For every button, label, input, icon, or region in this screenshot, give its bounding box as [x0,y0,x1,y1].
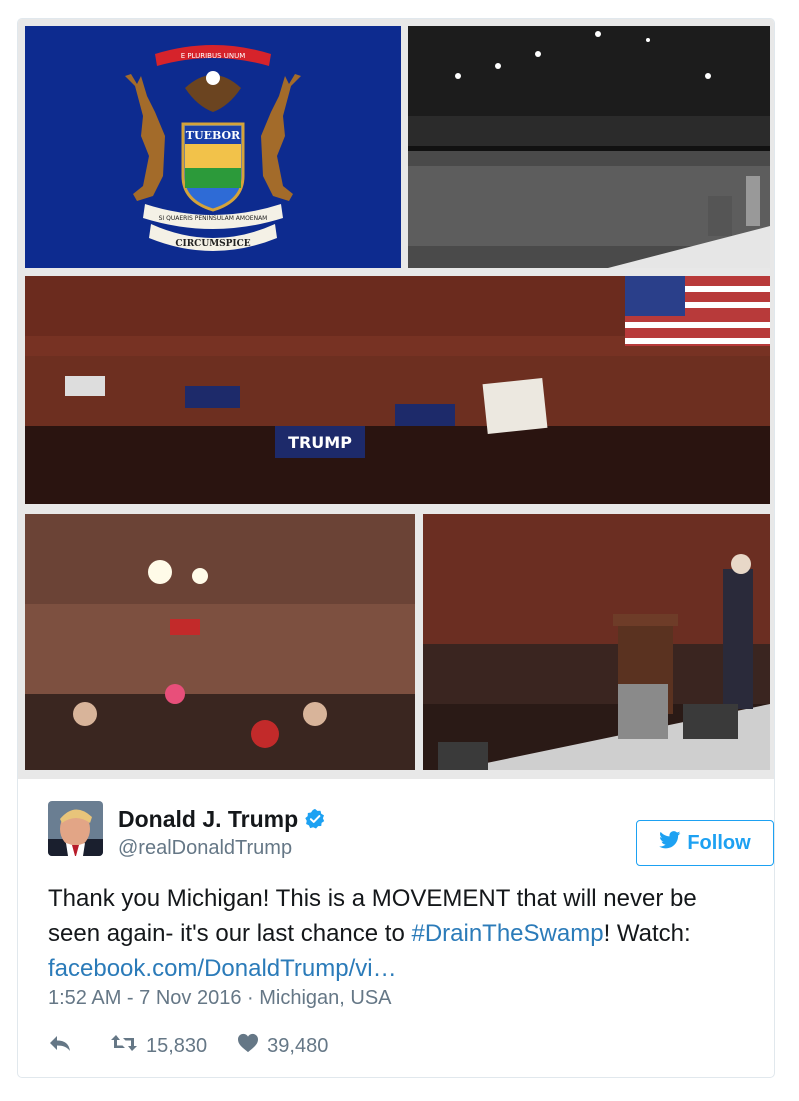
tweet-timestamp[interactable]: 1:52 AM - 7 Nov 2016 · Michigan, USA [48,987,392,1010]
like-count: 39,480 [267,1034,329,1057]
tweet-card: TUEBOR E PLURIBUS UNUM SI QUAERIS PENINS… [17,18,775,1078]
tweet-header: Donald J. Trump @realDonaldTrump Follow [48,801,774,866]
photo-collage: TUEBOR E PLURIBUS UNUM SI QUAERIS PENINS… [18,19,774,779]
flag-scroll-bottom: CIRCUMSPICE [175,239,250,249]
retweet-count: 15,830 [146,1034,208,1057]
avatar[interactable] [48,801,103,856]
michigan-flag-photo[interactable]: TUEBOR E PLURIBUS UNUM SI QUAERIS PENINS… [25,26,401,268]
verified-badge-icon [304,808,326,830]
heart-icon [237,1033,267,1059]
crowd-closeup-photo[interactable] [25,514,415,770]
reply-button[interactable] [48,1033,80,1059]
twitter-bird-icon [659,831,681,855]
crowd-sign-text: TRUMP [288,433,352,452]
shield-word: TUEBOR [186,129,241,142]
retweet-icon [110,1033,146,1059]
tweet-text-part2: ! Watch: [603,920,691,947]
crowd-panorama-photo[interactable]: TRUMP [25,276,770,504]
hashtag-link[interactable]: #DrainTheSwamp [411,920,603,947]
author-handle[interactable]: @realDonaldTrump [118,837,292,860]
follow-button[interactable]: Follow [636,820,774,866]
tweet-actions: 15,830 39,480 [48,1031,358,1061]
facebook-link[interactable]: facebook.com/DonaldTrump/vi… [48,955,397,982]
flag-scroll-motto: SI QUAERIS PENINSULAM AMOENAM [159,215,268,222]
retweet-button[interactable]: 15,830 [110,1033,207,1059]
like-button[interactable]: 39,480 [237,1033,328,1059]
follow-button-label: Follow [687,831,751,854]
tweet-text: Thank you Michigan! This is a MOVEMENT t… [48,881,748,986]
author-name[interactable]: Donald J. Trump [118,806,326,833]
author-name-text[interactable]: Donald J. Trump [118,806,298,832]
flag-banner-text: E PLURIBUS UNUM [181,52,246,60]
reply-icon [48,1033,80,1059]
speaker-stage-photo[interactable] [423,514,770,770]
arena-bw-photo[interactable] [408,26,770,268]
